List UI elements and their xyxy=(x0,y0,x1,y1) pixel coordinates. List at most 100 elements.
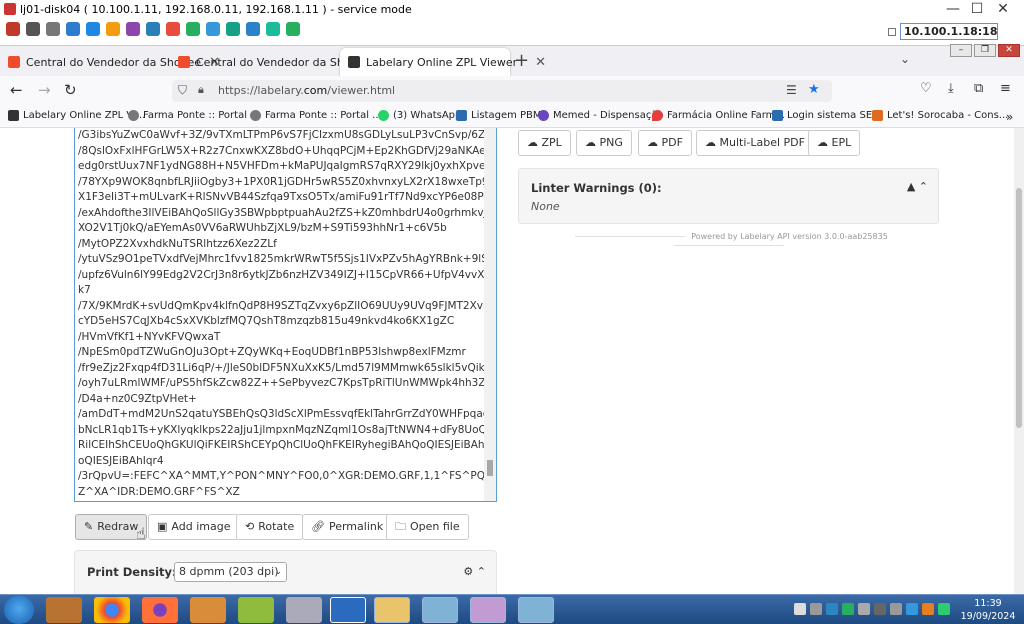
clipboard-icon[interactable] xyxy=(126,22,140,36)
download-icon[interactable]: ⤓ xyxy=(948,81,954,96)
browser-minimize-button[interactable]: – xyxy=(950,44,972,57)
fullscreen-icon[interactable] xyxy=(26,22,40,36)
info-icon[interactable] xyxy=(146,22,160,36)
tray-app-icon[interactable] xyxy=(826,603,838,615)
download-epl-button[interactable]: ☁ EPL xyxy=(808,130,861,156)
url-bar[interactable]: ⛉ 🔒︎ https://labelary.com/viewer.html ☰ … xyxy=(172,80,832,102)
browser-close-button[interactable]: ✕ xyxy=(998,44,1020,57)
settings-collapse-icons[interactable]: ⚙ ⌃ xyxy=(463,565,486,578)
zpl-code[interactable]: /G3ibsYuZwC0aWvf+3Z/9vTXmLTPmP6vS7FjCIzx… xyxy=(75,128,496,500)
zpl-line: /fr9eZjz2Fxqp4fD31Li6qP/+/JleS0blDF5NXuX… xyxy=(78,361,497,374)
zpl-line: RilCEIhShCEUoQhGKUlQiFKEIRShCEYpQhClUoQh… xyxy=(78,439,493,451)
bookmark-icon xyxy=(8,110,19,121)
tray-app-icon[interactable] xyxy=(906,603,918,615)
rotate-button[interactable]: ⟲ Rotate xyxy=(236,514,304,540)
bookmark-star-icon[interactable]: ★ xyxy=(808,82,820,97)
reload-icon[interactable]: ↻ xyxy=(64,81,77,99)
shield-icon[interactable]: ⛉ xyxy=(178,83,187,98)
settings-icon[interactable] xyxy=(46,22,60,36)
permalink-button[interactable]: 🔗︎ Permalink xyxy=(302,514,393,540)
tray-volume-icon[interactable] xyxy=(890,603,902,615)
taskbar-notepad-icon[interactable] xyxy=(422,597,458,623)
download-zpl-button[interactable]: ☁ ZPL xyxy=(518,130,571,156)
lock-icon[interactable]: 🔒︎ xyxy=(198,83,204,97)
address-icon xyxy=(888,28,896,36)
bookmark-item[interactable]: Login sistema SEW xyxy=(772,110,882,121)
open-file-button[interactable]: 🗀 Open file xyxy=(386,514,469,540)
list-tabs-icon[interactable]: ⌄ xyxy=(900,52,910,66)
tab-close-icon[interactable]: ✕ xyxy=(535,55,546,70)
tab-labelary[interactable]: Labelary Online ZPL Viewer ✕ xyxy=(340,48,546,76)
tab-shopee-2[interactable]: Central do Vendedor da Shopee ✕ xyxy=(170,48,390,76)
tray-app-icon[interactable] xyxy=(842,603,854,615)
menu-icon[interactable]: ≡ xyxy=(1000,81,1011,96)
download-pdf-button[interactable]: ☁ PDF xyxy=(638,130,692,156)
taskbar-folder-icon[interactable] xyxy=(374,597,410,623)
tray-printer-icon[interactable] xyxy=(810,603,822,615)
taskbar-user-icon[interactable] xyxy=(190,597,226,623)
page-scroll-thumb[interactable] xyxy=(1016,188,1022,428)
linter-title: Linter Warnings (0): xyxy=(531,181,662,195)
message-icon[interactable] xyxy=(286,22,300,36)
bookmark-item[interactable]: Farma Ponte :: Portal ... xyxy=(250,110,382,121)
refresh-icon[interactable] xyxy=(66,22,80,36)
tray-flag-icon[interactable] xyxy=(938,603,950,615)
disconnect-icon[interactable] xyxy=(6,22,20,36)
tray-device-icon[interactable] xyxy=(858,603,870,615)
bookmark-item[interactable]: Listagem PBM xyxy=(456,110,542,121)
extensions-icon[interactable]: ⧉ xyxy=(974,81,983,96)
clock[interactable]: 11:39 19/09/2024 xyxy=(958,597,1018,623)
taskbar-printer-icon[interactable] xyxy=(286,597,322,623)
more-bookmarks-icon[interactable]: » xyxy=(1006,110,1013,124)
new-tab-icon[interactable]: + xyxy=(514,50,529,71)
tray-arrow-icon[interactable] xyxy=(794,603,806,615)
stop-icon[interactable] xyxy=(166,22,180,36)
browser-restore-button[interactable]: ❐ xyxy=(974,44,996,57)
text-cursor: | xyxy=(75,500,496,501)
taskbar-explorer-icon[interactable] xyxy=(46,597,82,623)
screen-icon[interactable] xyxy=(206,22,220,36)
download-png-button[interactable]: ☁ PNG xyxy=(576,130,632,156)
gf-icon xyxy=(772,110,783,121)
taskbar-firefox-icon[interactable] xyxy=(142,597,178,623)
chat-icon[interactable] xyxy=(186,22,200,36)
taskbar-vidalink-icon[interactable] xyxy=(330,597,366,623)
camera-icon[interactable] xyxy=(246,22,260,36)
bookmark-item[interactable]: Labelary Online ZPL Vi... xyxy=(8,110,145,121)
zpl-line: /78YXp9WOK8qnbfLRJiiOgby3+1PX0R1jGDHr5wR… xyxy=(78,175,497,188)
pocket-icon[interactable]: ♡ xyxy=(920,81,932,96)
taskbar-chrome-icon[interactable] xyxy=(94,597,130,623)
taskbar-paint-icon[interactable] xyxy=(470,597,506,623)
warning-collapse-icons[interactable]: ▲ ⌃ xyxy=(907,180,928,193)
tray-network-icon[interactable] xyxy=(874,603,886,615)
add-image-button[interactable]: ▣ Add image xyxy=(148,514,240,540)
taskbar-window-icon[interactable] xyxy=(518,597,554,623)
tray-app-icon[interactable] xyxy=(922,603,934,615)
taskbar-app-icon[interactable] xyxy=(238,597,274,623)
bookmark-item[interactable]: Farmácia Online Farm... xyxy=(652,110,785,121)
transfer-icon[interactable] xyxy=(226,22,240,36)
whatsapp-icon xyxy=(378,110,389,121)
remote-address-field[interactable]: 10.100.1.18:18 xyxy=(900,23,998,40)
zpl-editor[interactable]: /G3ibsYuZwC0aWvf+3Z/9vTXmLTPmP6vS7FjCIzx… xyxy=(74,128,497,502)
tab-shopee-1[interactable]: Central do Vendedor da Shopee ✕ xyxy=(0,48,220,76)
bookmark-item[interactable]: Let's! Sorocaba - Cons... xyxy=(872,110,1008,121)
print-density-select[interactable]: 8 dpmm (203 dpi) ⌄ xyxy=(174,562,287,582)
windows-icon[interactable] xyxy=(86,22,100,36)
bookmark-item[interactable]: Farma Ponte :: Portal ... xyxy=(128,110,260,121)
download-multi-label-pdf-button[interactable]: ☁ Multi-Label PDF xyxy=(696,130,814,156)
bookmark-item[interactable]: Memed - Dispensação xyxy=(538,110,664,121)
editor-scroll-thumb[interactable] xyxy=(487,460,493,476)
reader-view-icon[interactable]: ☰ xyxy=(786,83,797,97)
page-scrollbar[interactable] xyxy=(1014,128,1024,594)
back-icon[interactable]: ← xyxy=(10,81,23,99)
remote-toolbar xyxy=(6,22,300,42)
url-text[interactable]: https://labelary.com/viewer.html xyxy=(218,84,395,97)
keyboard-icon[interactable] xyxy=(106,22,120,36)
editor-scrollbar[interactable] xyxy=(484,128,496,501)
monitor-icon[interactable] xyxy=(266,22,280,36)
close-button[interactable]: ✕ xyxy=(980,0,1024,18)
start-button[interactable] xyxy=(4,596,34,624)
forward-icon[interactable]: → xyxy=(38,81,51,99)
bookmark-item[interactable]: (3) WhatsApp xyxy=(378,110,461,121)
